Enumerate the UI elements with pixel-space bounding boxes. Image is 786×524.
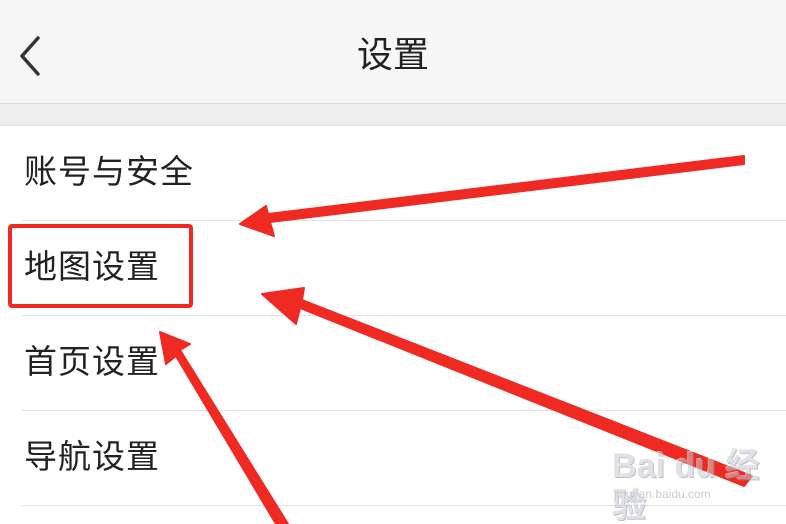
watermark-url: jingyan.baidu.com [614, 487, 711, 501]
settings-screen: 设置 账号与安全 地图设置 首页设置 导航设置 Bai du 经验 jingya [0, 0, 786, 524]
watermark-logo: Bai du 经验 [612, 447, 760, 524]
arrow-icon [239, 155, 745, 237]
arrow-icon [159, 331, 289, 524]
watermark: Bai du 经验 jingyan.baidu.com [612, 446, 772, 524]
